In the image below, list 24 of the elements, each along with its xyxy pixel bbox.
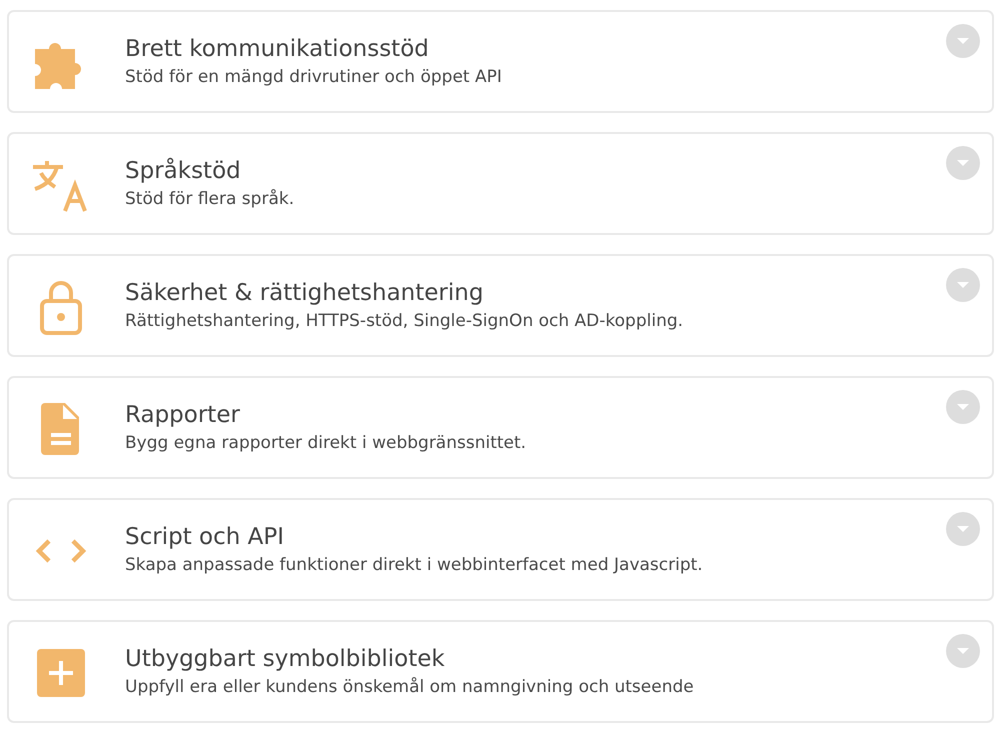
expand-icon[interactable] [946, 512, 980, 546]
expand-icon[interactable] [946, 268, 980, 302]
feature-card[interactable]: Utbyggbart symbolbibliotek Uppfyll era eller kundens önskemål om namngivning och utseende [7, 620, 994, 723]
feature-card[interactable]: Säkerhet & rättighetshantering Rättighetshantering, HTTPS-stöd, Single-SignOn och AD-koppling. [7, 254, 994, 357]
expand-icon[interactable] [946, 146, 980, 180]
feature-description: Skapa anpassade funktioner direkt i webbinterfacet med Javascript. [125, 554, 703, 577]
feature-card[interactable]: Språkstöd Stöd för flera språk. [7, 132, 994, 235]
feature-card[interactable]: Brett kommunikationsstöd Stöd för en mängd drivrutiner och öppet API [7, 10, 994, 113]
feature-description: Rättighetshantering, HTTPS-stöd, Single-SignOn och AD-koppling. [125, 310, 684, 333]
feature-title: Rapporter [125, 401, 241, 430]
feature-description: Stöd för en mängd drivrutiner och öppet API [125, 66, 502, 89]
expand-icon[interactable] [946, 24, 980, 58]
feature-title: Utbyggbart symbolbibliotek [125, 645, 446, 674]
feature-description: Stöd för flera språk. [125, 188, 294, 211]
feature-title: Brett kommunikationsstöd [125, 35, 430, 64]
feature-title: Säkerhet & rättighetshantering [125, 279, 484, 308]
feature-card[interactable]: Rapporter Bygg egna rapporter direkt i webbgränssnittet. [7, 376, 994, 479]
feature-description: Bygg egna rapporter direkt i webbgränssnittet. [125, 432, 526, 455]
expand-icon[interactable] [946, 390, 980, 424]
expand-icon[interactable] [946, 634, 980, 668]
feature-card[interactable]: Script och API Skapa anpassade funktioner direkt i webbinterfacet med Javascript. [7, 498, 994, 601]
feature-title: Script och API [125, 523, 286, 552]
feature-description: Uppfyll era eller kundens önskemål om namngivning och utseende [125, 676, 694, 699]
feature-title: Språkstöd [125, 156, 242, 186]
